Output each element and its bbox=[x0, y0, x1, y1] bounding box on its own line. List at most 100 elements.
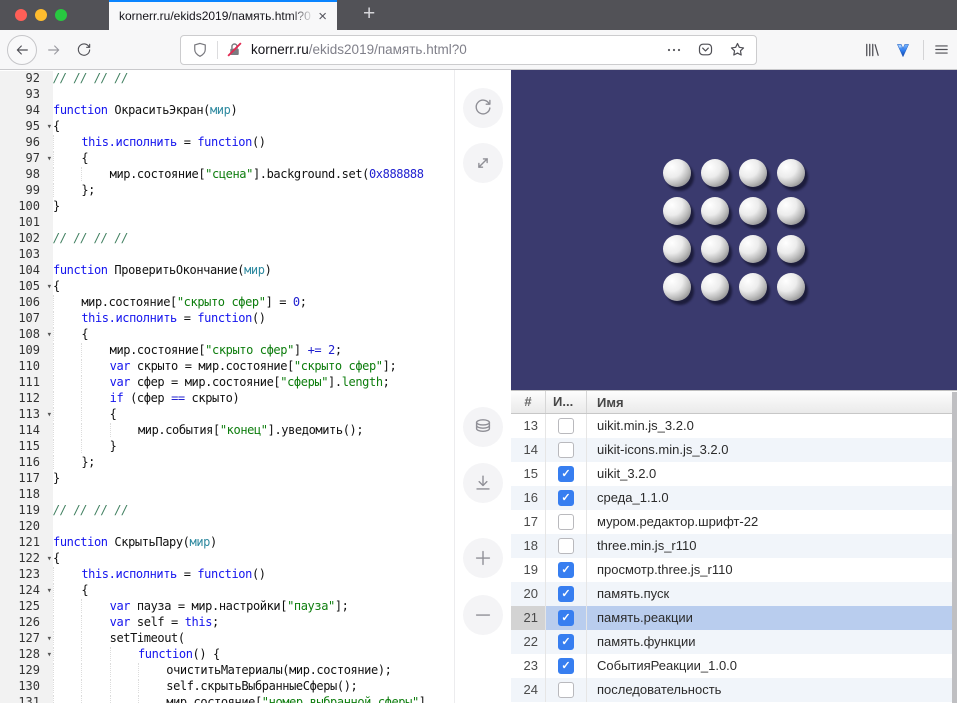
sphere[interactable] bbox=[663, 235, 691, 263]
code-line[interactable]: { bbox=[53, 583, 454, 599]
code-line[interactable] bbox=[53, 247, 454, 263]
code-line[interactable] bbox=[53, 87, 454, 103]
sphere[interactable] bbox=[701, 273, 729, 301]
refresh-button[interactable] bbox=[463, 88, 503, 128]
table-row[interactable]: 19✓просмотр.three.js_r110 bbox=[511, 558, 957, 582]
code-line[interactable]: { bbox=[53, 551, 454, 567]
code-line[interactable]: this.исполнить = function() bbox=[53, 567, 454, 583]
checkbox-unchecked[interactable] bbox=[558, 418, 574, 434]
code-line[interactable]: мир.состояние["скрыто сфер"] = 0; bbox=[53, 295, 454, 311]
expand-button[interactable] bbox=[463, 143, 503, 183]
checkbox-checked[interactable]: ✓ bbox=[558, 562, 574, 578]
insecure-lock-icon[interactable] bbox=[226, 41, 243, 58]
code-line[interactable] bbox=[53, 215, 454, 231]
browser-tab[interactable]: kornerr.ru/ekids2019/память.html?0 × bbox=[109, 0, 337, 30]
sphere[interactable] bbox=[701, 235, 729, 263]
fold-arrow-icon[interactable]: ▾ bbox=[47, 583, 52, 599]
code-line[interactable]: // // // // bbox=[53, 231, 454, 247]
table-row[interactable]: 17муром.редактор.шрифт-22 bbox=[511, 510, 957, 534]
table-row[interactable]: 13uikit.min.js_3.2.0 bbox=[511, 414, 957, 438]
zoom-window-button[interactable] bbox=[55, 9, 67, 21]
code-line[interactable]: function СкрытьПару(мир) bbox=[53, 535, 454, 551]
sphere[interactable] bbox=[777, 235, 805, 263]
code-line[interactable]: мир.состояние["скрыто сфер"] += 2; bbox=[53, 343, 454, 359]
checkbox-checked[interactable]: ✓ bbox=[558, 658, 574, 674]
minimize-window-button[interactable] bbox=[35, 9, 47, 21]
fold-arrow-icon[interactable]: ▾ bbox=[47, 631, 52, 647]
code-line[interactable]: }; bbox=[53, 183, 454, 199]
url-bar[interactable]: kornerr.ru/ekids2019/память.html?0 bbox=[180, 35, 757, 65]
code-line[interactable]: // // // // bbox=[53, 71, 454, 87]
code-line[interactable]: function() { bbox=[53, 647, 454, 663]
save-to-pocket-button[interactable] bbox=[697, 41, 714, 58]
fold-arrow-icon[interactable]: ▾ bbox=[47, 119, 52, 135]
column-header-name[interactable]: Имя bbox=[587, 395, 957, 410]
code-line[interactable] bbox=[53, 487, 454, 503]
sphere[interactable] bbox=[701, 197, 729, 225]
sphere[interactable] bbox=[739, 197, 767, 225]
minus-button[interactable] bbox=[463, 595, 503, 635]
sphere[interactable] bbox=[777, 159, 805, 187]
forward-button[interactable] bbox=[46, 42, 62, 58]
table-row[interactable]: 16✓среда_1.1.0 bbox=[511, 486, 957, 510]
sphere[interactable] bbox=[739, 159, 767, 187]
checkbox-checked[interactable]: ✓ bbox=[558, 490, 574, 506]
code-line[interactable]: { bbox=[53, 407, 454, 423]
code-line[interactable]: this.исполнить = function() bbox=[53, 135, 454, 151]
code-line[interactable]: очиститьМатериалы(мир.состояние); bbox=[53, 663, 454, 679]
code-line[interactable] bbox=[53, 519, 454, 535]
fold-arrow-icon[interactable]: ▾ bbox=[47, 327, 52, 343]
code-line[interactable]: setTimeout( bbox=[53, 631, 454, 647]
table-row[interactable]: 23✓СобытияРеакции_1.0.0 bbox=[511, 654, 957, 678]
code-line[interactable]: var скрыто = мир.состояние["скрыто сфер"… bbox=[53, 359, 454, 375]
shield-icon[interactable] bbox=[191, 41, 209, 59]
editor-code[interactable]: // // // //function ОкраситьЭкран(мир){ … bbox=[53, 71, 454, 703]
code-line[interactable]: var пауза = мир.настройки["пауза"]; bbox=[53, 599, 454, 615]
checkbox-unchecked[interactable] bbox=[558, 514, 574, 530]
fold-arrow-icon[interactable]: ▾ bbox=[47, 151, 52, 167]
table-row[interactable]: 22✓память.функции bbox=[511, 630, 957, 654]
code-line[interactable]: } bbox=[53, 199, 454, 215]
new-tab-button[interactable]: + bbox=[351, 0, 387, 30]
table-row[interactable]: 24последовательность bbox=[511, 678, 957, 702]
code-line[interactable]: мир.состояние["номер выбранной сферы"] bbox=[53, 695, 454, 703]
code-line[interactable]: { bbox=[53, 151, 454, 167]
code-line[interactable]: var сфер = мир.состояние["сферы"].length… bbox=[53, 375, 454, 391]
fold-arrow-icon[interactable]: ▾ bbox=[47, 647, 52, 663]
code-line[interactable]: self.скрытьВыбранныеСферы(); bbox=[53, 679, 454, 695]
code-line[interactable]: { bbox=[53, 119, 454, 135]
tab-close-icon[interactable]: × bbox=[314, 7, 331, 26]
sphere[interactable] bbox=[663, 197, 691, 225]
code-line[interactable]: }; bbox=[53, 455, 454, 471]
checkbox-checked[interactable]: ✓ bbox=[558, 466, 574, 482]
code-line[interactable]: function ПроверитьОкончание(мир) bbox=[53, 263, 454, 279]
table-scrollbar[interactable] bbox=[952, 392, 957, 703]
sphere[interactable] bbox=[739, 235, 767, 263]
code-line[interactable]: { bbox=[53, 327, 454, 343]
download-button[interactable] bbox=[463, 463, 503, 503]
library-button[interactable] bbox=[863, 41, 881, 59]
code-line[interactable]: } bbox=[53, 439, 454, 455]
plus-button[interactable] bbox=[463, 538, 503, 578]
sphere[interactable] bbox=[663, 273, 691, 301]
table-row[interactable]: 21✓память.реакции bbox=[511, 606, 957, 630]
sphere[interactable] bbox=[777, 273, 805, 301]
code-line[interactable]: } bbox=[53, 471, 454, 487]
code-editor[interactable]: 92939495▾9697▾9899100101102103104105▾106… bbox=[0, 70, 455, 703]
table-row[interactable]: 14uikit-icons.min.js_3.2.0 bbox=[511, 438, 957, 462]
column-header-used[interactable]: И... bbox=[546, 391, 587, 413]
code-line[interactable]: // // // // bbox=[53, 503, 454, 519]
code-line[interactable]: { bbox=[53, 279, 454, 295]
checkbox-checked[interactable]: ✓ bbox=[558, 586, 574, 602]
3d-viewport[interactable] bbox=[511, 70, 957, 390]
fold-arrow-icon[interactable]: ▾ bbox=[47, 551, 52, 567]
reload-button[interactable] bbox=[76, 42, 92, 58]
code-line[interactable]: function ОкраситьЭкран(мир) bbox=[53, 103, 454, 119]
checkbox-unchecked[interactable] bbox=[558, 538, 574, 554]
table-row[interactable]: 15✓uikit_3.2.0 bbox=[511, 462, 957, 486]
bookmark-button[interactable] bbox=[729, 41, 746, 58]
page-actions-button[interactable] bbox=[666, 42, 682, 58]
column-header-number[interactable]: # bbox=[511, 391, 546, 413]
code-line[interactable]: if (сфер == скрыто) bbox=[53, 391, 454, 407]
sphere[interactable] bbox=[777, 197, 805, 225]
